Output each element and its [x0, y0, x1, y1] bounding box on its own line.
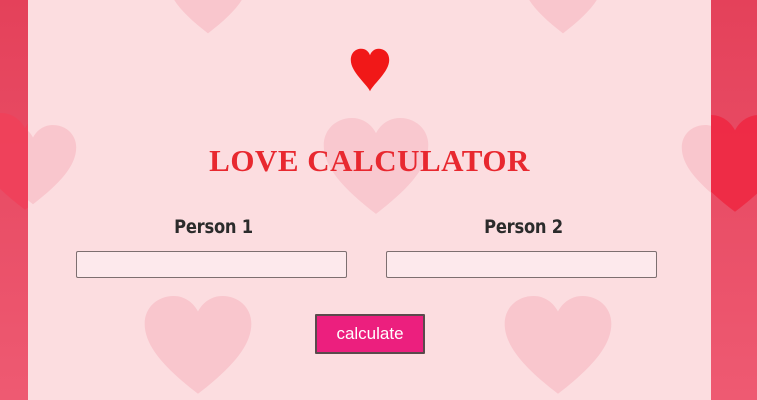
person1-label: Person 1	[174, 216, 253, 238]
calculator-panel: LOVE CALCULATOR Person 1 Person 2 calcul…	[28, 0, 711, 400]
right-background-strip	[711, 0, 757, 400]
faded-heart-icon	[504, 296, 612, 394]
page-title: LOVE CALCULATOR	[209, 143, 530, 178]
calculate-button[interactable]: calculate	[315, 314, 425, 354]
person1-input[interactable]	[76, 251, 347, 278]
person2-input[interactable]	[386, 251, 657, 278]
faded-heart-icon	[529, 0, 597, 34]
left-background-strip	[0, 0, 28, 400]
faded-heart-icon	[174, 0, 242, 34]
faded-heart-icon	[144, 296, 252, 394]
person2-label: Person 2	[484, 216, 563, 238]
heart-icon	[350, 48, 390, 92]
